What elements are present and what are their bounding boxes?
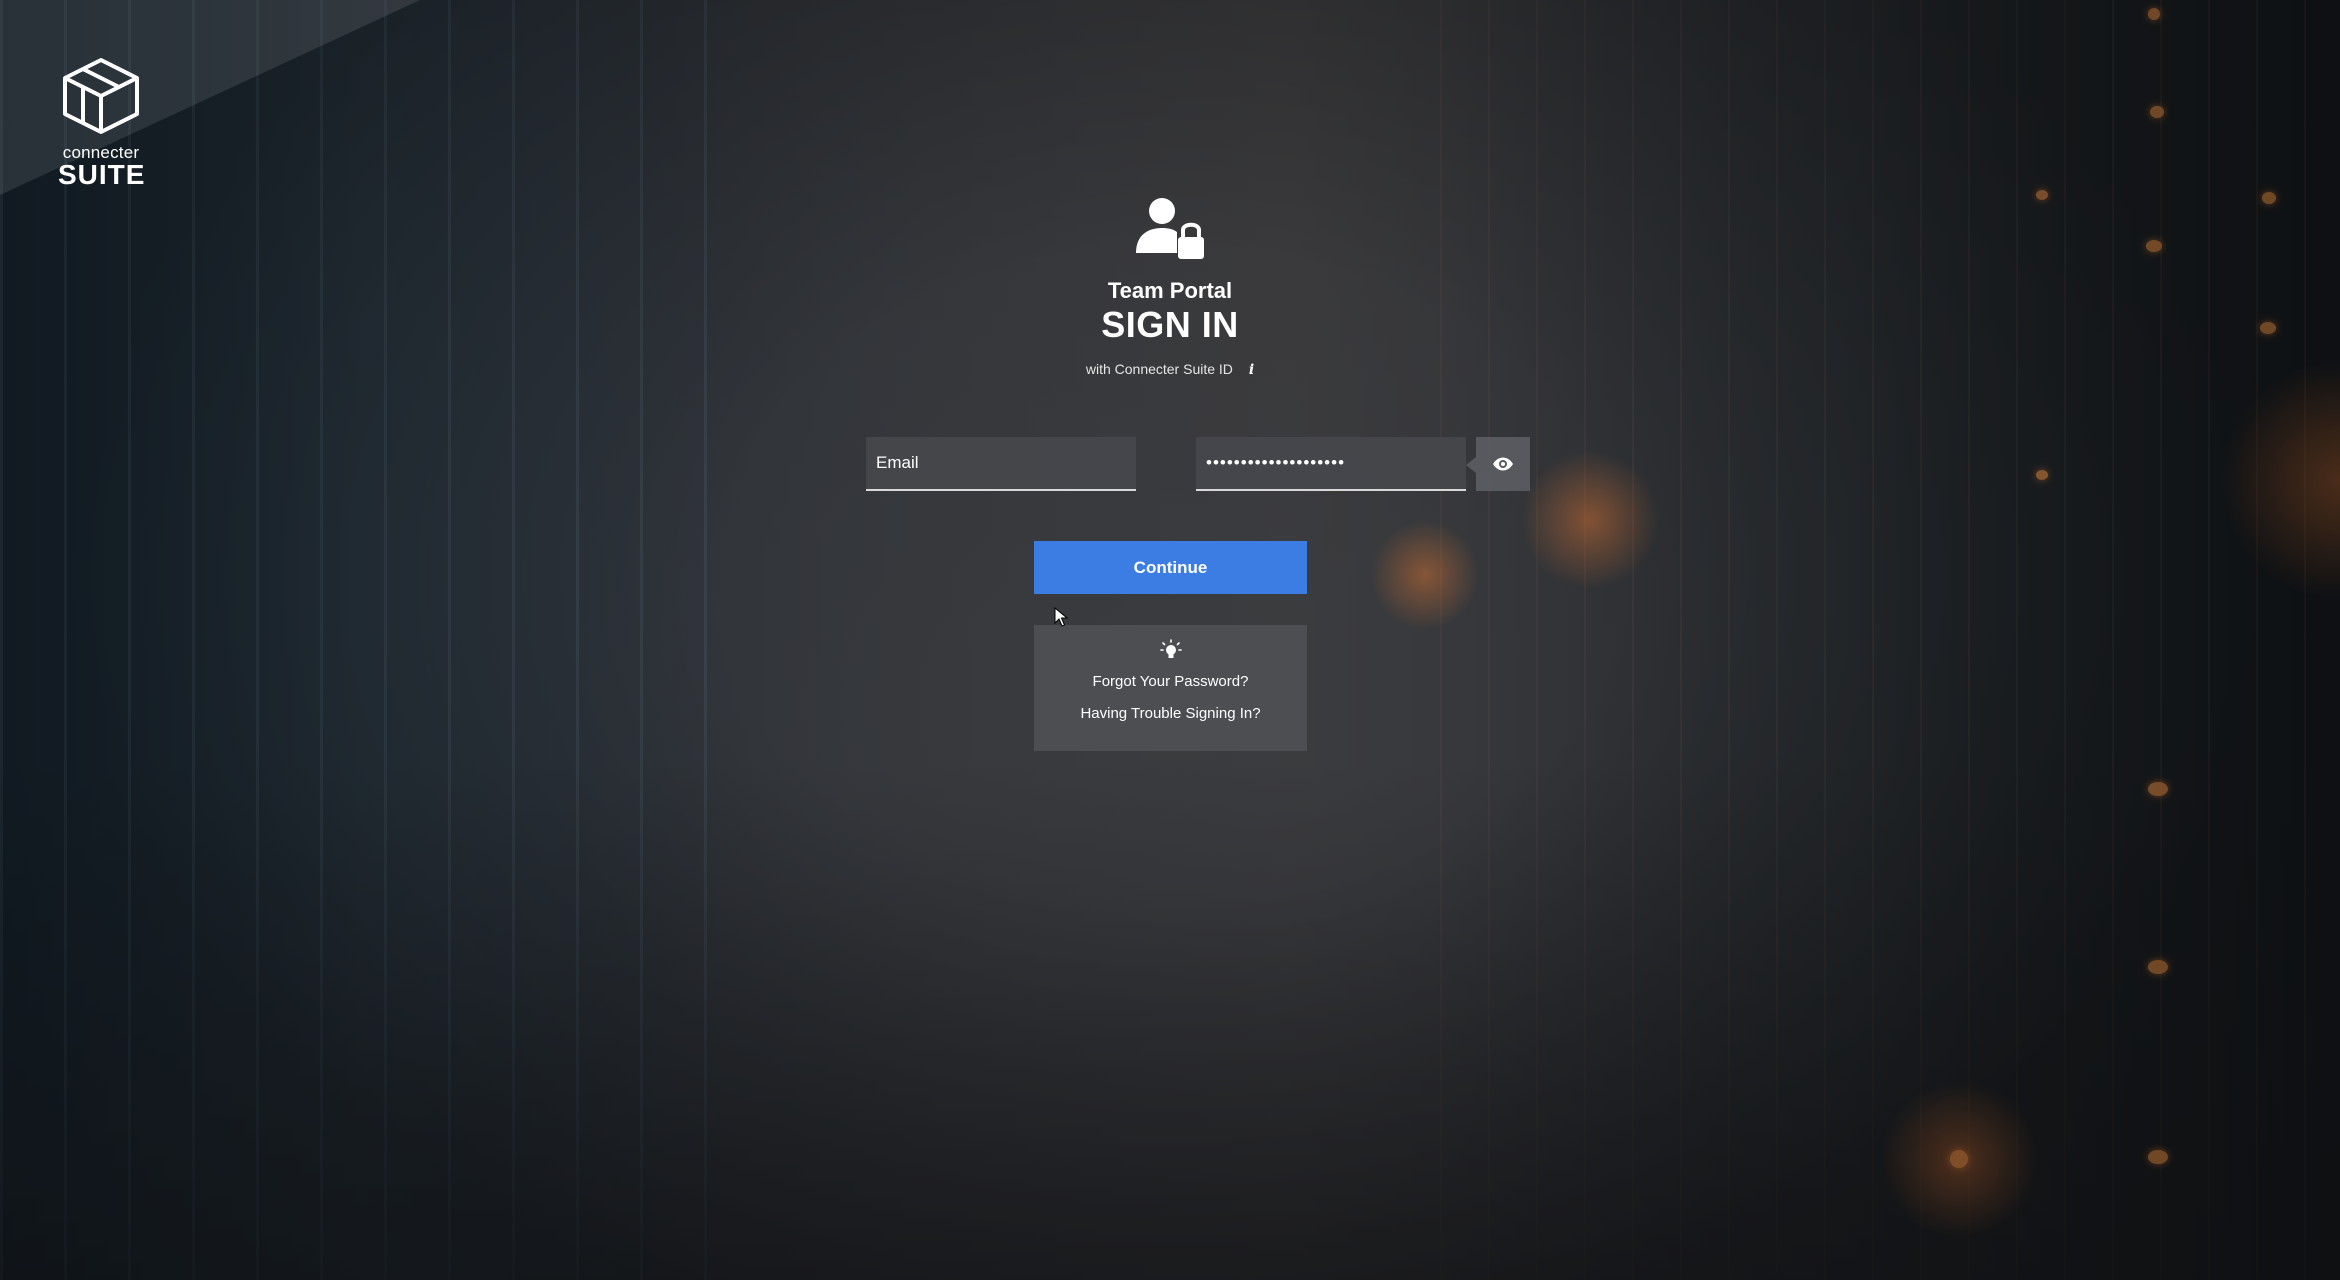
cube-icon [63,58,139,134]
password-field[interactable] [1196,437,1466,489]
show-password-button[interactable] [1466,437,1530,491]
user-lock-icon [1136,198,1204,259]
sign-in-header: Team Portal SIGN IN with Connecter Suite… [0,195,2340,379]
page-title: SIGN IN [1101,304,1239,345]
mouse-cursor-icon [1054,607,1068,627]
help-panel: Forgot Your Password? Having Trouble Sig… [1034,625,1307,751]
portal-name: Team Portal [1107,278,1233,303]
password-field-container [1196,437,1466,491]
trouble-signing-in-link[interactable]: Having Trouble Signing In? [1034,705,1307,723]
brand-name-bottom: SUITE [58,159,146,190]
lightbulb-icon [1159,639,1182,658]
forgot-password-link[interactable]: Forgot Your Password? [1034,673,1307,691]
sign-in-subtitle: with Connecter Suite ID i [0,360,2340,379]
eye-icon [1493,457,1513,471]
brand-logo: connecter SUITE [58,56,146,190]
email-field[interactable] [866,437,1136,489]
subtitle-text: with Connecter Suite ID [1085,361,1233,377]
continue-button[interactable]: Continue [1034,541,1307,594]
info-icon[interactable]: i [1249,361,1254,379]
email-field-container [866,437,1136,491]
